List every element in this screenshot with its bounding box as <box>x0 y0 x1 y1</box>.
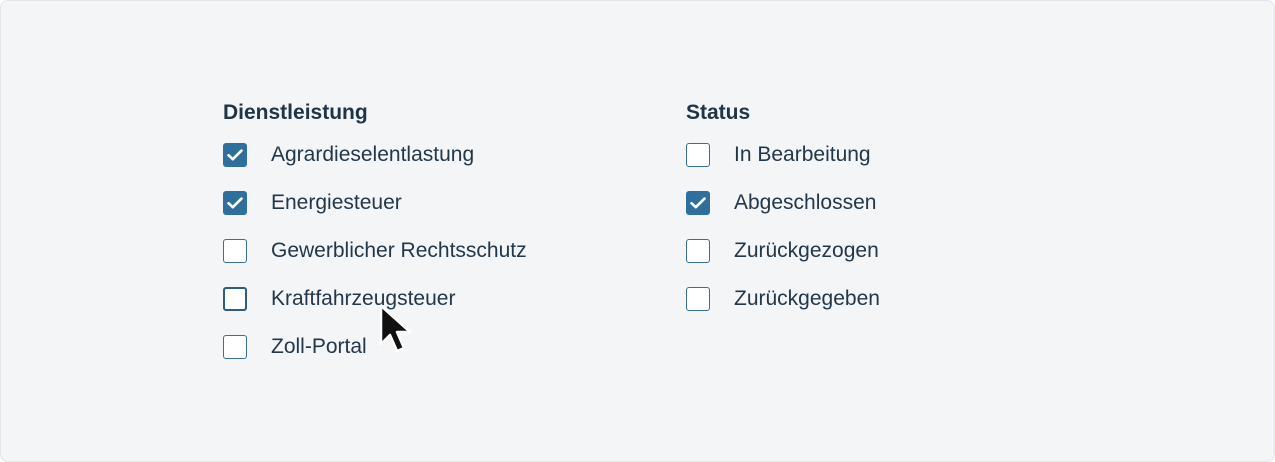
checkmark-icon <box>227 149 243 161</box>
checkbox-box[interactable] <box>223 191 247 215</box>
checkbox-agrardieselentlastung[interactable]: Agrardieselentlastung <box>223 131 527 179</box>
status-filter-group: Status In Bearbeitung Abgeschlossen Zurü… <box>686 99 880 323</box>
checkbox-box[interactable] <box>223 239 247 263</box>
checkmark-icon <box>690 197 706 209</box>
checkbox-label: Kraftfahrzeugsteuer <box>271 287 456 310</box>
service-filter-group: Dienstleistung Agrardieselentlastung Ene… <box>223 99 527 371</box>
checkbox-in-bearbeitung[interactable]: In Bearbeitung <box>686 131 880 179</box>
checkbox-box[interactable] <box>686 191 710 215</box>
checkbox-label: In Bearbeitung <box>734 143 871 166</box>
checkbox-label: Gewerblicher Rechtsschutz <box>271 239 527 262</box>
checkbox-kraftfahrzeugsteuer[interactable]: Kraftfahrzeugsteuer <box>223 275 527 323</box>
checkbox-zurueckgegeben[interactable]: Zurückgegeben <box>686 275 880 323</box>
checkbox-box[interactable] <box>686 239 710 263</box>
status-filter-heading: Status <box>686 101 751 124</box>
checkbox-label: Abgeschlossen <box>734 191 877 214</box>
checkbox-box[interactable] <box>223 143 247 167</box>
service-filter-heading: Dienstleistung <box>223 101 368 124</box>
checkbox-box[interactable] <box>223 335 247 359</box>
checkbox-zoll-portal[interactable]: Zoll-Portal <box>223 323 527 371</box>
checkbox-zurueckgezogen[interactable]: Zurückgezogen <box>686 227 880 275</box>
checkmark-icon <box>227 197 243 209</box>
checkbox-label: Energiesteuer <box>271 191 402 214</box>
checkbox-gewerblicher-rechtsschutz[interactable]: Gewerblicher Rechtsschutz <box>223 227 527 275</box>
checkbox-box[interactable] <box>686 143 710 167</box>
checkbox-label: Agrardieselentlastung <box>271 143 475 166</box>
checkbox-box[interactable] <box>223 287 247 311</box>
checkbox-box[interactable] <box>686 287 710 311</box>
checkbox-abgeschlossen[interactable]: Abgeschlossen <box>686 179 880 227</box>
filter-panel: Dienstleistung Agrardieselentlastung Ene… <box>0 0 1275 462</box>
checkbox-label: Zurückgezogen <box>734 239 879 262</box>
checkbox-label: Zoll-Portal <box>271 335 367 358</box>
checkbox-label: Zurückgegeben <box>734 287 880 310</box>
checkbox-energiesteuer[interactable]: Energiesteuer <box>223 179 527 227</box>
